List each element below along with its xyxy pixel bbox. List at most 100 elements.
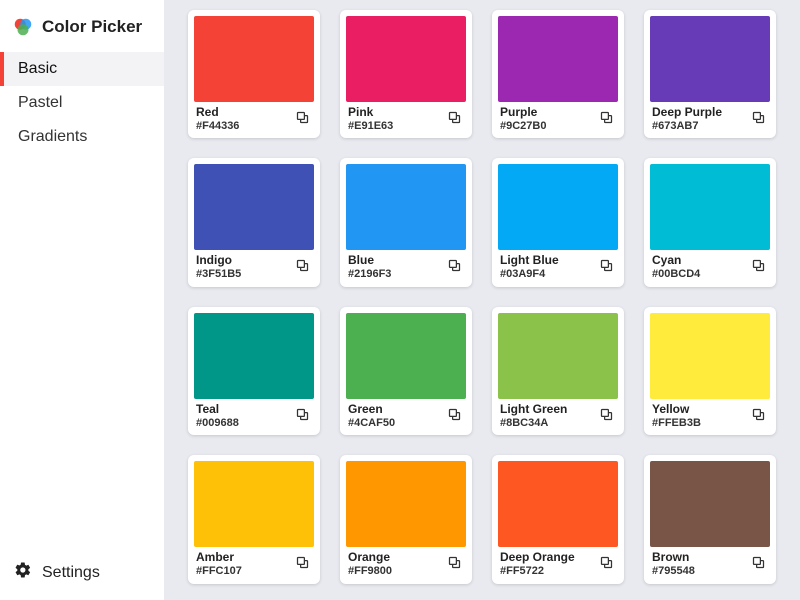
swatch-color[interactable] bbox=[650, 461, 770, 547]
swatch-name: Orange bbox=[348, 551, 392, 565]
swatch-name: Purple bbox=[500, 106, 546, 120]
settings-button[interactable]: Settings bbox=[0, 547, 164, 600]
swatch-footer: Teal#009688 bbox=[194, 399, 314, 431]
sidebar-item-pastel[interactable]: Pastel bbox=[0, 86, 164, 120]
swatch-card: Green#4CAF50 bbox=[340, 307, 472, 435]
copy-button[interactable] bbox=[749, 553, 768, 572]
swatch-footer: Red#F44336 bbox=[194, 102, 314, 134]
swatch-hex: #03A9F4 bbox=[500, 268, 559, 281]
swatch-color[interactable] bbox=[194, 16, 314, 102]
swatch-color[interactable] bbox=[194, 313, 314, 399]
swatch-card: Red#F44336 bbox=[188, 10, 320, 138]
swatch-footer: Deep Purple#673AB7 bbox=[650, 102, 770, 134]
swatch-info: Orange#FF9800 bbox=[348, 551, 392, 577]
copy-icon bbox=[295, 258, 310, 273]
copy-icon bbox=[447, 407, 462, 422]
swatch-info: Cyan#00BCD4 bbox=[652, 254, 700, 280]
copy-button[interactable] bbox=[597, 405, 616, 424]
copy-button[interactable] bbox=[445, 553, 464, 572]
sidebar-item-label: Basic bbox=[18, 60, 57, 77]
swatch-hex: #00BCD4 bbox=[652, 268, 700, 281]
swatch-hex: #9C27B0 bbox=[500, 120, 546, 133]
swatch-color[interactable] bbox=[498, 164, 618, 250]
sidebar-item-label: Pastel bbox=[18, 94, 62, 111]
swatch-card: Yellow#FFEB3B bbox=[644, 307, 776, 435]
swatch-info: Teal#009688 bbox=[196, 403, 239, 429]
copy-button[interactable] bbox=[749, 256, 768, 275]
swatch-color[interactable] bbox=[346, 164, 466, 250]
swatch-hex: #FFC107 bbox=[196, 565, 242, 578]
swatch-footer: Deep Orange#FF5722 bbox=[498, 547, 618, 579]
copy-button[interactable] bbox=[293, 256, 312, 275]
copy-button[interactable] bbox=[293, 553, 312, 572]
swatch-color[interactable] bbox=[498, 313, 618, 399]
copy-button[interactable] bbox=[293, 405, 312, 424]
copy-button[interactable] bbox=[597, 256, 616, 275]
swatch-card: Orange#FF9800 bbox=[340, 455, 472, 583]
swatch-info: Amber#FFC107 bbox=[196, 551, 242, 577]
swatch-name: Light Blue bbox=[500, 254, 559, 268]
copy-icon bbox=[751, 407, 766, 422]
swatch-info: Light Green#8BC34A bbox=[500, 403, 567, 429]
copy-button[interactable] bbox=[445, 405, 464, 424]
copy-button[interactable] bbox=[749, 405, 768, 424]
swatch-card: Purple#9C27B0 bbox=[492, 10, 624, 138]
sidebar-item-gradients[interactable]: Gradients bbox=[0, 120, 164, 154]
swatch-hex: #4CAF50 bbox=[348, 417, 395, 430]
swatch-name: Teal bbox=[196, 403, 239, 417]
copy-icon bbox=[751, 110, 766, 125]
swatch-color[interactable] bbox=[650, 164, 770, 250]
swatch-name: Green bbox=[348, 403, 395, 417]
swatch-color[interactable] bbox=[346, 16, 466, 102]
swatch-card: Light Blue#03A9F4 bbox=[492, 158, 624, 286]
swatch-footer: Light Green#8BC34A bbox=[498, 399, 618, 431]
swatch-color[interactable] bbox=[194, 461, 314, 547]
sidebar-item-basic[interactable]: Basic bbox=[0, 52, 164, 86]
copy-icon bbox=[751, 555, 766, 570]
copy-button[interactable] bbox=[749, 108, 768, 127]
swatch-card: Deep Orange#FF5722 bbox=[492, 455, 624, 583]
copy-icon bbox=[447, 110, 462, 125]
swatch-footer: Cyan#00BCD4 bbox=[650, 250, 770, 282]
copy-icon bbox=[751, 258, 766, 273]
copy-button[interactable] bbox=[445, 256, 464, 275]
swatch-name: Red bbox=[196, 106, 239, 120]
copy-button[interactable] bbox=[293, 108, 312, 127]
swatch-card: Pink#E91E63 bbox=[340, 10, 472, 138]
swatch-color[interactable] bbox=[650, 313, 770, 399]
copy-icon bbox=[295, 555, 310, 570]
copy-button[interactable] bbox=[597, 108, 616, 127]
swatch-name: Amber bbox=[196, 551, 242, 565]
swatch-footer: Pink#E91E63 bbox=[346, 102, 466, 134]
swatch-color[interactable] bbox=[498, 461, 618, 547]
swatch-name: Pink bbox=[348, 106, 393, 120]
brand: Color Picker bbox=[0, 10, 164, 52]
copy-button[interactable] bbox=[597, 553, 616, 572]
copy-button[interactable] bbox=[445, 108, 464, 127]
main-content: Red#F44336 Pink#E91E63 Purple#9C27B0 Deep P… bbox=[164, 0, 800, 600]
swatch-info: Yellow#FFEB3B bbox=[652, 403, 701, 429]
swatch-info: Brown#795548 bbox=[652, 551, 695, 577]
swatch-color[interactable] bbox=[498, 16, 618, 102]
swatch-card: Light Green#8BC34A bbox=[492, 307, 624, 435]
swatch-color[interactable] bbox=[194, 164, 314, 250]
swatch-info: Pink#E91E63 bbox=[348, 106, 393, 132]
copy-icon bbox=[599, 555, 614, 570]
copy-icon bbox=[599, 258, 614, 273]
swatch-footer: Green#4CAF50 bbox=[346, 399, 466, 431]
swatch-hex: #009688 bbox=[196, 417, 239, 430]
swatch-footer: Amber#FFC107 bbox=[194, 547, 314, 579]
swatch-color[interactable] bbox=[650, 16, 770, 102]
swatch-card: Brown#795548 bbox=[644, 455, 776, 583]
copy-icon bbox=[599, 407, 614, 422]
swatch-grid: Red#F44336 Pink#E91E63 Purple#9C27B0 Deep P… bbox=[188, 10, 782, 584]
swatch-name: Yellow bbox=[652, 403, 701, 417]
swatch-name: Cyan bbox=[652, 254, 700, 268]
swatch-hex: #795548 bbox=[652, 565, 695, 578]
swatch-color[interactable] bbox=[346, 461, 466, 547]
swatch-hex: #3F51B5 bbox=[196, 268, 241, 281]
swatch-name: Deep Orange bbox=[500, 551, 575, 565]
swatch-footer: Yellow#FFEB3B bbox=[650, 399, 770, 431]
swatch-color[interactable] bbox=[346, 313, 466, 399]
swatch-footer: Brown#795548 bbox=[650, 547, 770, 579]
